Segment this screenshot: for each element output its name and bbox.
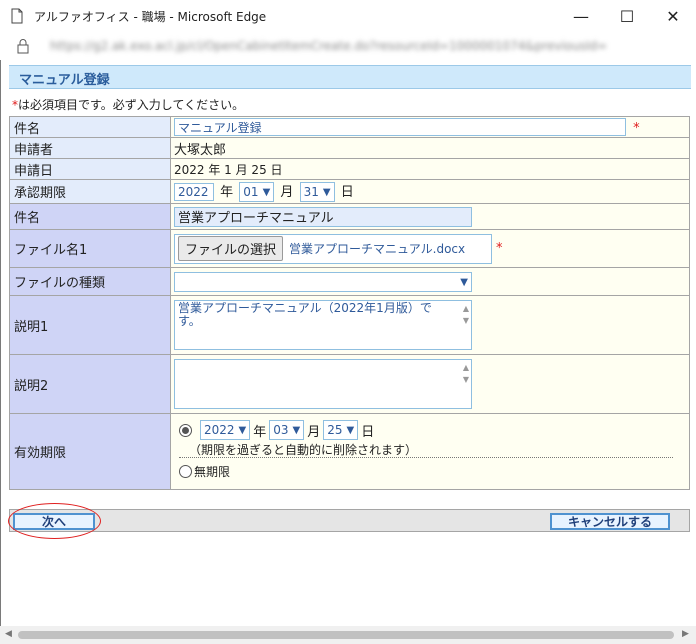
no-expiry-radio[interactable] xyxy=(179,464,192,478)
item-name-input[interactable]: 営業アプローチマニュアル xyxy=(174,206,472,227)
desc1-label: 説明1 xyxy=(9,295,171,355)
required-note: *は必須項目です。必ず入力してください。 xyxy=(12,96,244,113)
expiry-month-value: 03 xyxy=(273,423,289,437)
file-type-label: ファイルの種類 xyxy=(9,267,171,296)
file-input: ファイルの選択 営業アプローチマニュアル.docx xyxy=(174,233,492,264)
approval-day-select[interactable]: 31 ▼ xyxy=(299,182,335,202)
page-header: マニュアル登録 xyxy=(9,65,691,89)
scrollbar-thumb[interactable] xyxy=(18,631,674,639)
approval-year-unit: 年 xyxy=(220,185,234,200)
document-icon xyxy=(11,8,23,24)
expiry-note: （期限を過ぎると自動的に削除されます） xyxy=(179,441,673,458)
approval-day-unit: 日 xyxy=(340,185,354,200)
expiry-day-value: 25 xyxy=(327,423,343,437)
highlight-circle xyxy=(8,503,101,539)
chevron-down-icon: ▼ xyxy=(460,276,468,288)
maximize-icon: ☐ xyxy=(619,6,635,26)
expiry-month-unit: 月 xyxy=(307,424,321,440)
chevron-down-icon: ▼ xyxy=(292,424,301,436)
approval-year-input[interactable]: 2022 xyxy=(174,183,214,201)
horizontal-scrollbar[interactable]: ◀ ▶ xyxy=(0,626,696,644)
form-row-file: ファイル名1 ファイルの選択 営業アプローチマニュアル.docx * xyxy=(9,229,690,268)
address-bar: https://g2.ak.exo.acl.jp/cl/OpenCabinetI… xyxy=(0,32,696,60)
file-select-button[interactable]: ファイルの選択 xyxy=(178,236,284,261)
close-button[interactable]: ✕ xyxy=(650,0,696,32)
file-label: ファイル名1 xyxy=(9,229,171,268)
form-row-apply-date: 申請日 2022 年 1 月 25 日 xyxy=(9,158,690,180)
subject-input[interactable]: マニュアル登録 xyxy=(174,118,626,136)
applicant-value: 大塚太郎 xyxy=(170,137,690,159)
no-expiry-label: 無期限 xyxy=(194,464,231,479)
textarea-scroll-arrows-icon: ▲ ▼ xyxy=(462,304,469,325)
form-row-file-type: ファイルの種類 ▼ xyxy=(9,267,690,296)
expiry-label: 有効期限 xyxy=(9,413,171,490)
file-type-select[interactable]: ▼ xyxy=(174,272,472,292)
expiry-date-option: 2022 ▼ 年 03 ▼ 月 25 ▼ 日 xyxy=(179,419,689,441)
close-icon: ✕ xyxy=(666,6,680,26)
form-row-desc2: 説明2 ▲ ▼ xyxy=(9,354,690,414)
expiry-day-unit: 日 xyxy=(361,424,375,440)
approval-month-value: 01 xyxy=(243,185,259,199)
cancel-button[interactable]: キャンセルする xyxy=(550,513,670,530)
chevron-down-icon: ▼ xyxy=(346,424,355,436)
expiry-year-unit: 年 xyxy=(253,424,267,440)
minimize-button[interactable]: — xyxy=(558,0,604,32)
file-field: ファイルの選択 営業アプローチマニュアル.docx * xyxy=(174,233,689,264)
expiry-date-radio[interactable] xyxy=(179,423,192,437)
item-name-label: 件名 xyxy=(9,203,171,230)
button-bar: 次へ キャンセルする xyxy=(9,509,690,532)
chevron-down-icon: ▼ xyxy=(238,424,247,436)
url-text[interactable]: https://g2.ak.exo.acl.jp/cl/OpenCabinetI… xyxy=(50,39,670,53)
window-title: アルファオフィス - 職場 - Microsoft Edge xyxy=(34,9,267,24)
textarea-scroll-arrows-icon: ▲ ▼ xyxy=(462,363,469,384)
desc1-text: 営業アプローチマニュアル（2022年1月版）です。 xyxy=(178,301,432,328)
approval-month-unit: 月 xyxy=(280,185,294,200)
form-row-expiry: 有効期限 2022 ▼ 年 03 ▼ 月 25 ▼ 日 （期限を過ぎると自動的に削除さ… xyxy=(9,413,690,490)
registration-form: 件名 マニュアル登録 * 申請者 大塚太郎 申請日 2022 年 1 月 25 … xyxy=(9,116,690,490)
file-required-mark: * xyxy=(496,241,503,256)
subject-required-mark: * xyxy=(633,120,640,136)
apply-date-label: 申請日 xyxy=(9,158,171,180)
minimize-icon: — xyxy=(573,6,589,26)
scroll-right-icon[interactable]: ▶ xyxy=(682,629,689,639)
form-row-applicant: 申請者 大塚太郎 xyxy=(9,137,690,159)
required-note-text: は必須項目です。必ず入力してください。 xyxy=(18,98,245,112)
desc2-textarea[interactable]: ▲ ▼ xyxy=(174,359,472,409)
form-row-item-name: 件名 営業アプローチマニュアル xyxy=(9,203,690,230)
lock-icon xyxy=(17,39,29,54)
form-row-desc1: 説明1 営業アプローチマニュアル（2022年1月版）です。 ▲ ▼ xyxy=(9,295,690,355)
approval-label: 承認期限 xyxy=(9,179,171,204)
maximize-button[interactable]: ☐ xyxy=(604,0,650,32)
form-row-approval: 承認期限 2022 年 01 ▼ 月 31 ▼ 日 xyxy=(9,179,690,204)
apply-date-value: 2022 年 1 月 25 日 xyxy=(170,158,690,180)
expiry-month-select[interactable]: 03 ▼ xyxy=(269,420,305,440)
chevron-down-icon: ▼ xyxy=(262,186,271,198)
desc1-textarea[interactable]: 営業アプローチマニュアル（2022年1月版）です。 ▲ ▼ xyxy=(174,300,472,350)
no-expiry-option: 無期限 xyxy=(179,458,689,484)
file-name-text: 営業アプローチマニュアル.docx xyxy=(289,242,466,256)
approval-month-select[interactable]: 01 ▼ xyxy=(239,182,275,202)
page-title: マニュアル登録 xyxy=(19,73,110,88)
expiry-year-value: 2022 xyxy=(204,423,235,437)
desc2-label: 説明2 xyxy=(9,354,171,414)
chevron-down-icon: ▼ xyxy=(322,186,331,198)
page-content: マニュアル登録 *は必須項目です。必ず入力してください。 件名 マニュアル登録 … xyxy=(0,60,696,626)
form-row-subject: 件名 マニュアル登録 * xyxy=(9,116,690,138)
applicant-label: 申請者 xyxy=(9,137,171,159)
expiry-year-select[interactable]: 2022 ▼ xyxy=(200,420,251,440)
expiry-day-select[interactable]: 25 ▼ xyxy=(323,420,359,440)
subject-label: 件名 xyxy=(9,116,171,138)
approval-day-value: 31 xyxy=(303,185,319,199)
title-bar: アルファオフィス - 職場 - Microsoft Edge — ☐ ✕ xyxy=(0,0,696,32)
scroll-left-icon[interactable]: ◀ xyxy=(5,629,12,639)
